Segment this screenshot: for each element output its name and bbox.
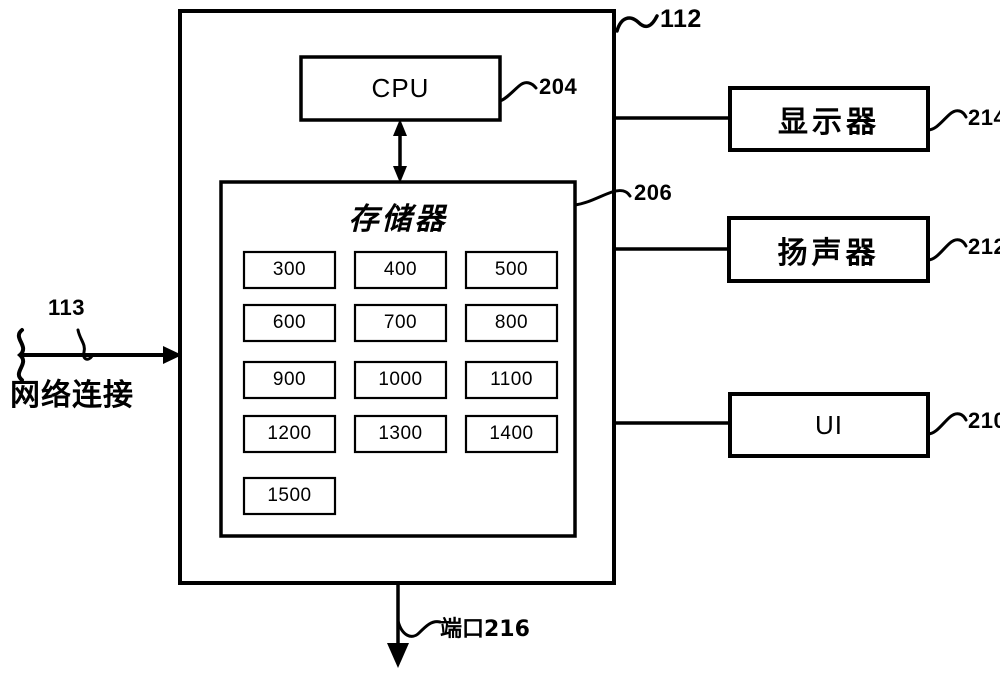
memory-cell: 1200 bbox=[267, 423, 312, 444]
memory-cell: 800 bbox=[494, 312, 529, 333]
ref-numeral-113: 113 bbox=[48, 295, 85, 320]
figure-canvas: 112 CPU 204 存储器 206 300 400 500 600 700 … bbox=[0, 0, 1000, 674]
memory-cell: 1300 bbox=[378, 423, 423, 444]
memory-cell: 500 bbox=[494, 259, 529, 280]
cpu-label: CPU bbox=[371, 73, 430, 103]
ref-numeral-204: 204 bbox=[539, 74, 578, 99]
memory-cell: 900 bbox=[272, 369, 307, 390]
ref-numeral-214: 214 bbox=[968, 105, 1000, 130]
ref-numeral-210: 210 bbox=[968, 408, 1000, 433]
ui-label: UI bbox=[815, 409, 843, 440]
display-label: 显示器 bbox=[778, 105, 880, 140]
memory-cell: 1400 bbox=[489, 423, 534, 444]
leader-206 bbox=[573, 189, 632, 207]
leader-210 bbox=[926, 412, 968, 436]
speaker-label: 扬声器 bbox=[777, 235, 880, 271]
leader-204 bbox=[498, 81, 538, 103]
ref-numeral-212: 212 bbox=[968, 234, 1000, 259]
ref-numeral-206: 206 bbox=[634, 180, 673, 205]
memory-cell: 1100 bbox=[490, 369, 533, 390]
memory-cell: 400 bbox=[383, 259, 418, 280]
memory-cell: 1500 bbox=[267, 485, 312, 506]
port-label: 端口216 bbox=[440, 617, 530, 642]
leader-port-216 bbox=[396, 619, 442, 638]
memory-cell: 700 bbox=[383, 312, 418, 333]
ref-numeral-112: 112 bbox=[660, 5, 702, 33]
memory-cell: 1000 bbox=[378, 369, 423, 390]
leader-214 bbox=[926, 109, 968, 132]
port-arrowhead bbox=[387, 643, 409, 668]
network-connection-label: 网络连接 bbox=[10, 378, 134, 413]
leader-212 bbox=[926, 238, 968, 262]
memory-cell: 600 bbox=[272, 312, 307, 333]
memory-label: 存储器 bbox=[348, 202, 448, 237]
leader-112 bbox=[615, 14, 659, 33]
memory-cell: 300 bbox=[272, 259, 307, 280]
